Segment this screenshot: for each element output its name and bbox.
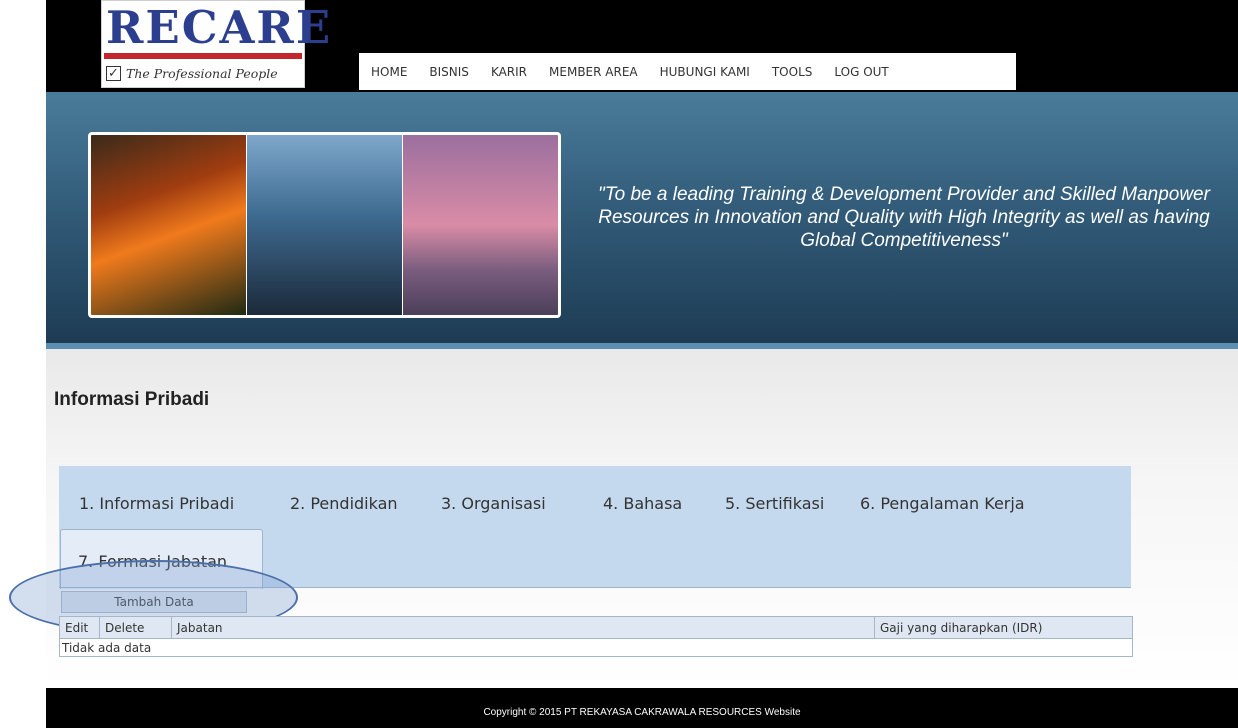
col-delete[interactable]: Delete <box>99 616 172 639</box>
data-table: Edit Delete Jabatan Gaji yang diharapkan… <box>59 616 1133 657</box>
nav-log-out[interactable]: LOG OUT <box>834 65 888 79</box>
nav-bisnis[interactable]: BISNIS <box>429 65 469 79</box>
nav-hubungi-kami[interactable]: HUBUNGI KAMI <box>660 65 750 79</box>
refinery-night-image <box>247 135 403 315</box>
logo-tagline: The Professional People <box>126 65 278 81</box>
vision-quote: "To be a leading Training & Development … <box>598 184 1210 251</box>
nav-home[interactable]: HOME <box>371 65 407 79</box>
col-jabatan[interactable]: Jabatan <box>171 616 875 639</box>
tab-pengalaman-kerja[interactable]: 6. Pengalaman Kerja <box>860 494 1025 513</box>
logo-wordmark: RECARE <box>106 1 333 54</box>
col-gaji[interactable]: Gaji yang diharapkan (IDR) <box>874 616 1133 639</box>
nav-karir[interactable]: KARIR <box>491 65 527 79</box>
page-title: Informasi Pribadi <box>54 389 210 410</box>
empty-message: Tidak ada data <box>59 638 1133 657</box>
offshore-rig-image <box>403 135 558 315</box>
recare-logo[interactable]: RECARE ✓ The Professional People <box>101 0 330 88</box>
copyright-text: Copyright © 2015 PT REKAYASA CAKRAWALA R… <box>483 707 801 718</box>
tab-organisasi[interactable]: 3. Organisasi <box>441 494 546 513</box>
table-row: Tidak ada data <box>59 638 1133 657</box>
logo-tagline-row: ✓ The Professional People <box>106 62 278 84</box>
nav-tools[interactable]: TOOLS <box>772 65 813 79</box>
tab-pendidikan[interactable]: 2. Pendidikan <box>290 494 398 513</box>
tab-sertifikasi[interactable]: 5. Sertifikasi <box>725 494 824 513</box>
refinery-fire-image <box>91 135 247 315</box>
col-edit[interactable]: Edit <box>59 616 100 639</box>
hero-photo-strip <box>88 132 561 318</box>
checkbox-icon: ✓ <box>106 65 121 81</box>
tab-bahasa[interactable]: 4. Bahasa <box>603 494 682 513</box>
table-header-row: Edit Delete Jabatan Gaji yang diharapkan… <box>59 616 1133 639</box>
footer: Copyright © 2015 PT REKAYASA CAKRAWALA R… <box>46 688 1238 728</box>
logo-underline <box>104 53 302 59</box>
main-nav: HOME BISNIS KARIR MEMBER AREA HUBUNGI KA… <box>359 53 1016 90</box>
tab-informasi-pribadi[interactable]: 1. Informasi Pribadi <box>79 494 234 513</box>
nav-member-area[interactable]: MEMBER AREA <box>549 65 638 79</box>
